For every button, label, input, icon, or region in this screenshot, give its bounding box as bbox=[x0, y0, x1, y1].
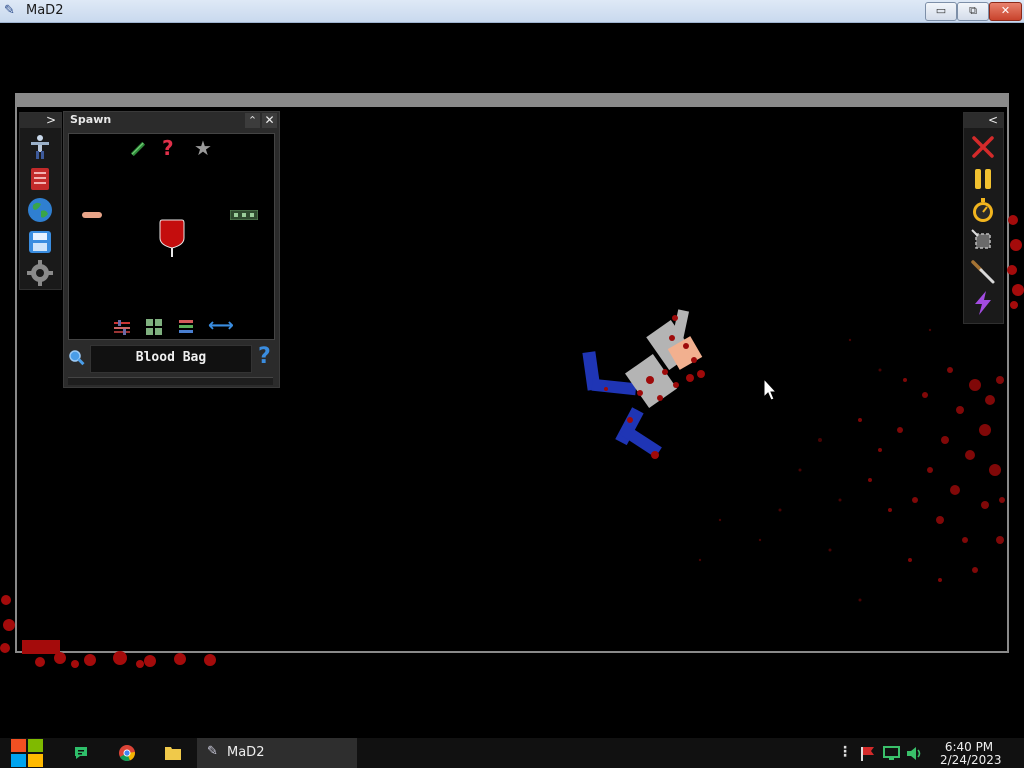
window-title: MaD2 bbox=[26, 3, 64, 18]
clock-date[interactable]: 2/24/2023 bbox=[940, 753, 1002, 767]
favorite-star-icon[interactable]: ★ bbox=[194, 136, 212, 160]
flag-icon[interactable] bbox=[859, 746, 875, 761]
globe-icon[interactable] bbox=[27, 197, 53, 223]
left-toolbar-header: > bbox=[20, 113, 61, 128]
expand-toolbar-button[interactable]: > bbox=[46, 113, 56, 127]
taskbar: ✎ MaD2 ⋮ 6:40 PM 2/24/2023 bbox=[0, 738, 1024, 768]
syringe-icon[interactable] bbox=[129, 140, 147, 158]
minimize-button[interactable]: ▭ bbox=[925, 2, 957, 21]
collapse-toolbar-button[interactable]: < bbox=[988, 113, 998, 127]
lightning-icon[interactable] bbox=[970, 290, 996, 316]
spawn-search-input[interactable]: Blood Bag bbox=[90, 345, 252, 373]
more-icon[interactable]: ⋮ bbox=[838, 744, 852, 760]
select-area-icon[interactable] bbox=[970, 228, 996, 254]
mad2-app-icon: ✎ bbox=[207, 744, 218, 759]
human-icon[interactable] bbox=[27, 134, 53, 160]
chrome-icon[interactable] bbox=[119, 745, 135, 761]
clock-time[interactable]: 6:40 PM bbox=[940, 740, 998, 754]
spawn-panel-title: Spawn bbox=[70, 113, 112, 126]
clear-x-icon[interactable] bbox=[970, 134, 996, 160]
right-toolbar-header: < bbox=[964, 113, 1003, 128]
collapse-panel-button[interactable]: ⌃ bbox=[245, 113, 260, 128]
sliders-filter-icon[interactable] bbox=[113, 319, 131, 335]
spawn-panel: Spawn ⌃ ✕ ? ★ ⟷ Blood Bag ? bbox=[63, 111, 280, 388]
right-toolbar: < bbox=[963, 112, 1004, 324]
circuit-board-icon[interactable] bbox=[230, 210, 258, 220]
bandage-icon[interactable] bbox=[82, 211, 102, 219]
knife-tool-icon[interactable] bbox=[970, 259, 996, 285]
spawn-item-grid: ? ★ ⟷ bbox=[68, 133, 275, 340]
taskbar-app-label: MaD2 bbox=[227, 745, 265, 760]
network-icon[interactable] bbox=[883, 746, 900, 761]
taskbar-app-mad2[interactable]: ✎ MaD2 bbox=[197, 738, 357, 768]
catalog-book-icon[interactable] bbox=[27, 166, 53, 192]
windows-start-icon[interactable] bbox=[10, 738, 44, 768]
grid-view-icon[interactable] bbox=[146, 319, 162, 335]
pause-icon[interactable] bbox=[970, 166, 996, 192]
app-green-icon[interactable] bbox=[73, 745, 89, 761]
help-icon[interactable]: ? bbox=[258, 344, 271, 369]
folder-icon[interactable] bbox=[165, 745, 181, 760]
search-icon[interactable] bbox=[68, 349, 86, 367]
settings-gear-icon[interactable] bbox=[27, 260, 53, 286]
random-question-icon[interactable]: ? bbox=[162, 136, 174, 160]
left-toolbar: > bbox=[19, 112, 62, 290]
maximize-button[interactable]: ⧉ bbox=[957, 2, 989, 21]
window-titlebar: ✎ MaD2 ▭ ⧉ ✕ bbox=[0, 0, 1024, 23]
save-disk-icon[interactable] bbox=[27, 229, 53, 255]
list-view-icon[interactable] bbox=[179, 319, 193, 335]
spawn-search-value: Blood Bag bbox=[135, 350, 207, 365]
stopwatch-icon[interactable] bbox=[970, 197, 996, 223]
blood-bag-icon[interactable] bbox=[159, 218, 185, 258]
app-icon: ✎ bbox=[4, 3, 15, 18]
spawn-panel-footer bbox=[68, 377, 273, 385]
close-panel-button[interactable]: ✕ bbox=[262, 113, 277, 128]
close-button[interactable]: ✕ bbox=[989, 2, 1022, 21]
swap-arrows-icon[interactable]: ⟷ bbox=[208, 315, 234, 336]
volume-icon[interactable] bbox=[906, 746, 923, 761]
